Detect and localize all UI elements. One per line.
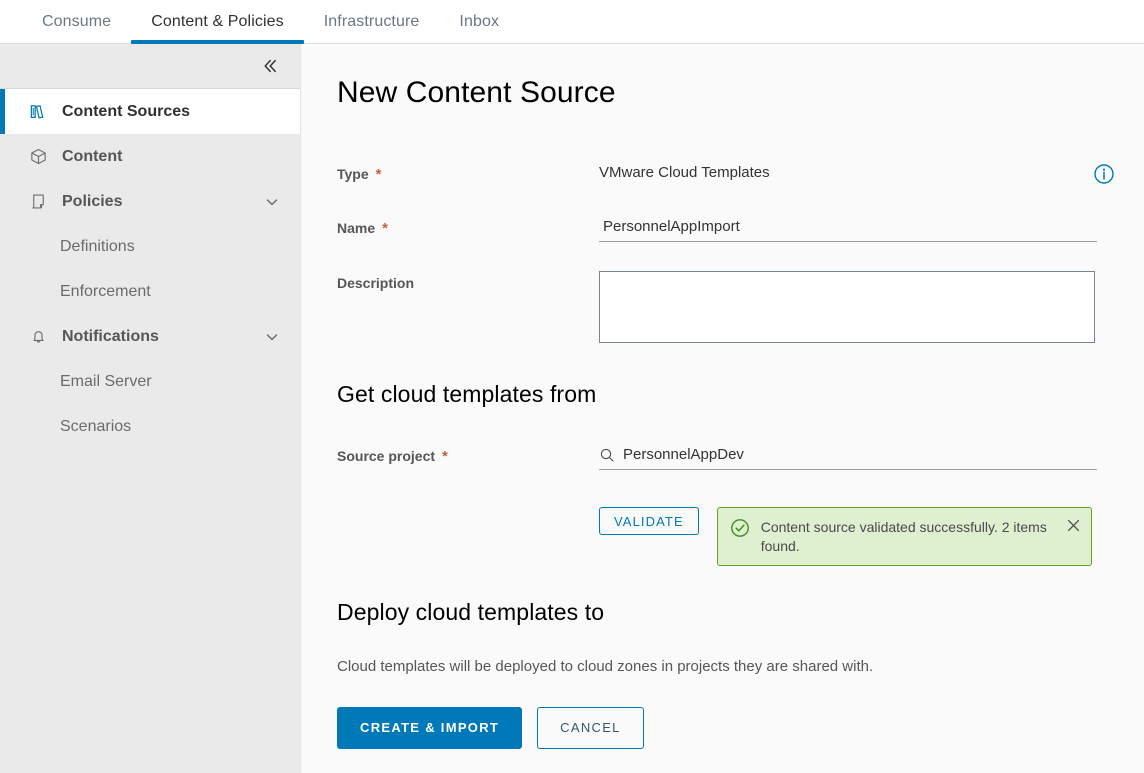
required-asterisk: *	[375, 166, 382, 183]
sidebar-item-content-sources[interactable]: Content Sources	[0, 89, 300, 134]
validation-success-alert: Content source validated successfully. 2…	[716, 507, 1092, 566]
sidebar-item-content[interactable]: Content	[0, 134, 300, 179]
cancel-button[interactable]: CANCEL	[537, 706, 644, 749]
chevron-down-icon[interactable]	[264, 329, 280, 345]
double-chevron-left-icon	[264, 59, 276, 73]
alert-message: Content source validated successfully. 2…	[760, 519, 1047, 554]
form-row-description: Description	[337, 271, 1144, 343]
books-icon	[28, 102, 48, 122]
source-project-input[interactable]	[615, 444, 1097, 465]
info-circle-icon	[1094, 164, 1114, 184]
page-title: New Content Source	[337, 76, 616, 109]
tab-inbox[interactable]: Inbox	[439, 0, 519, 43]
type-label-text: Type	[337, 166, 369, 182]
description-label: Description	[337, 271, 599, 291]
sidebar-item-notifications[interactable]: Notifications	[0, 314, 300, 359]
type-info-button[interactable]	[1093, 163, 1115, 190]
source-project-label: Source project *	[337, 444, 599, 464]
box-icon	[28, 147, 48, 167]
create-and-import-button[interactable]: CREATE & IMPORT	[337, 706, 523, 749]
required-asterisk: *	[442, 448, 448, 465]
tab-label: Content & Policies	[151, 12, 284, 30]
deploy-helper-text: Cloud templates will be deployed to clou…	[337, 657, 874, 675]
sidebar-item-label: Content	[62, 147, 123, 165]
search-icon	[600, 448, 614, 462]
sidebar-nav: Content Sources Content Policies Definit…	[0, 89, 300, 449]
form-row-type: Type * VMware Cloud Templates	[337, 162, 1144, 184]
form-row-name: Name *	[337, 216, 1144, 242]
main-tab-bar: Consume Content & Policies Infrastructur…	[0, 0, 1144, 44]
action-buttons: CREATE & IMPORT CANCEL	[337, 706, 1144, 749]
source-project-label-text: Source project	[337, 448, 436, 464]
page-body: Content Sources Content Policies Definit…	[0, 44, 1144, 773]
sidebar-header	[0, 44, 300, 89]
sidebar-item-label: Scenarios	[60, 417, 132, 435]
type-value: VMware Cloud Templates	[599, 164, 770, 181]
validate-button[interactable]: VALIDATE	[599, 507, 699, 535]
description-textarea[interactable]	[599, 271, 1095, 343]
chevron-down-icon[interactable]	[264, 194, 280, 210]
name-input[interactable]	[599, 216, 1097, 242]
sidebar-item-policies[interactable]: Policies	[0, 179, 300, 224]
tab-infrastructure[interactable]: Infrastructure	[304, 0, 440, 43]
main-content: New Content Source Type * VMware Cloud T…	[301, 44, 1144, 773]
tab-label: Infrastructure	[323, 12, 420, 30]
sidebar-item-label: Definitions	[60, 237, 135, 255]
sidebar-item-enforcement[interactable]: Enforcement	[0, 269, 300, 314]
tab-label: Consume	[42, 12, 112, 30]
scroll-icon	[28, 192, 48, 212]
sidebar-item-label: Email Server	[60, 372, 152, 390]
form-row-source-project: Source project *	[337, 444, 1144, 470]
get-templates-heading: Get cloud templates from	[337, 381, 597, 407]
sidebar-item-scenarios[interactable]: Scenarios	[0, 404, 300, 449]
deploy-heading: Deploy cloud templates to	[337, 598, 605, 625]
name-label-text: Name	[337, 220, 376, 236]
sidebar-item-label: Notifications	[62, 327, 159, 345]
alert-close-button[interactable]	[1066, 517, 1081, 538]
source-project-search-field[interactable]	[599, 444, 1097, 470]
name-label: Name *	[337, 216, 599, 236]
tab-label: Inbox	[459, 12, 500, 30]
sidebar-item-label: Content Sources	[62, 102, 191, 120]
description-label-text: Description	[337, 275, 415, 291]
tab-consume[interactable]: Consume	[22, 0, 131, 43]
sidebar-collapse-button[interactable]	[256, 52, 284, 80]
sidebar-item-definitions[interactable]: Definitions	[0, 224, 300, 269]
sidebar: Content Sources Content Policies Definit…	[0, 44, 301, 773]
close-icon	[1067, 519, 1079, 532]
required-asterisk: *	[382, 220, 388, 237]
sidebar-item-email-server[interactable]: Email Server	[0, 359, 300, 404]
check-circle-icon	[730, 519, 749, 537]
tab-content-and-policies[interactable]: Content & Policies	[131, 0, 304, 44]
type-label: Type *	[337, 162, 599, 182]
sidebar-item-label: Policies	[62, 192, 123, 210]
validate-row: VALIDATE Content source validated succes…	[337, 507, 1144, 566]
sidebar-item-label: Enforcement	[60, 282, 151, 300]
bell-icon	[28, 327, 48, 347]
